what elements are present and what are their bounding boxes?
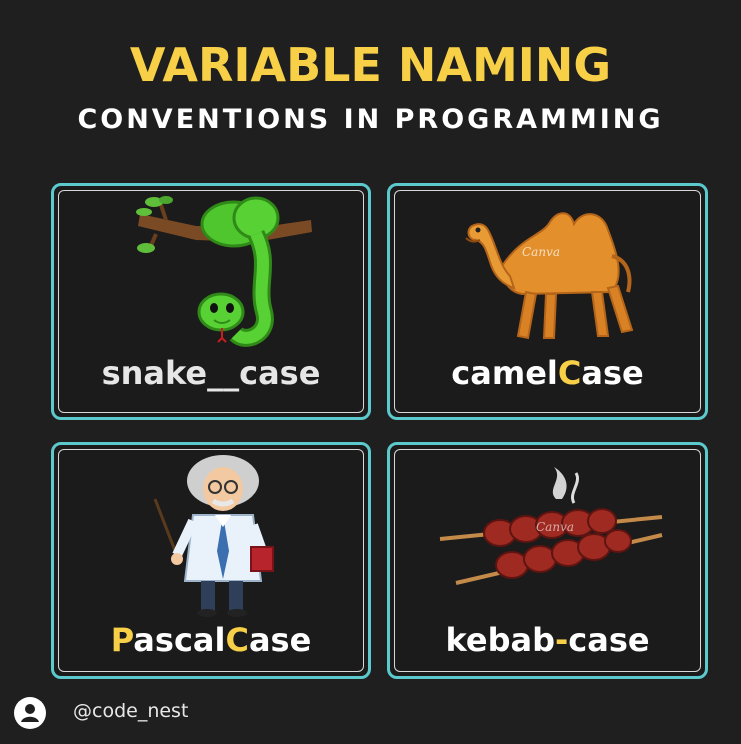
camel-icon: Canva	[465, 212, 634, 340]
card-label-pascal-case: PascalCase	[110, 621, 312, 659]
snake-icon	[136, 196, 312, 347]
professor-icon	[153, 455, 274, 617]
kebab-icon: Canva	[439, 467, 663, 585]
person-glyph-icon	[21, 704, 39, 722]
card-label-camel-case: camelCase	[451, 354, 644, 392]
card-label-kebab-case: kebab-case	[445, 621, 650, 659]
card-snake-case: snake__case	[51, 183, 371, 420]
watermark-text: Canva	[536, 520, 574, 534]
card-pascal-case: PascalCase	[51, 442, 371, 679]
user-avatar-icon[interactable]	[14, 697, 46, 729]
author-handle[interactable]: @code_nest	[73, 700, 188, 722]
card-camel-case: Canva camelCase	[387, 183, 708, 420]
page-subtitle: CONVENTIONS IN PROGRAMMING	[77, 104, 664, 135]
page-title: VARIABLE NAMING	[129, 38, 612, 92]
card-kebab-case: Canva kebab-case	[387, 442, 708, 679]
watermark-text: Canva	[522, 245, 560, 259]
card-label-snake-case: snake__case	[101, 354, 321, 392]
